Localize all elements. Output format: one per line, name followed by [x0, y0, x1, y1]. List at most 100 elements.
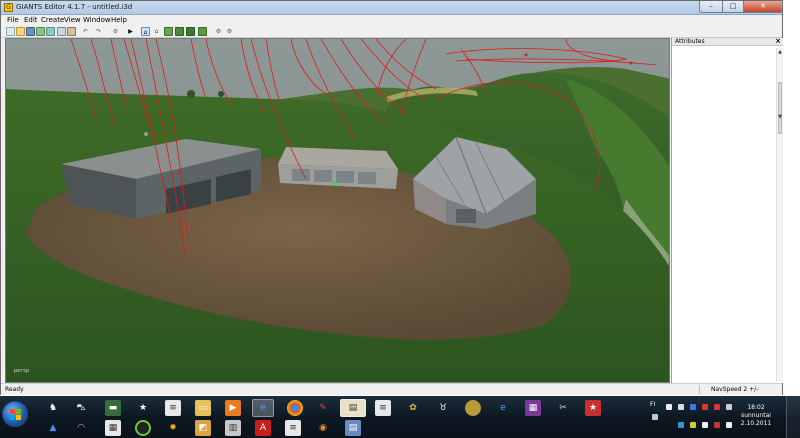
giants-app-icon: G [4, 3, 13, 12]
paint-terrain-icon[interactable] [175, 27, 184, 36]
xbox-icon[interactable] [135, 420, 151, 436]
attributes-close-button[interactable]: × [775, 37, 781, 45]
notepad-icon[interactable]: ≡ [375, 400, 391, 416]
internet-explorer-icon[interactable]: e [252, 399, 274, 417]
menu-create[interactable]: Create [41, 16, 64, 24]
toolbar: ↶ ↷ ⚙ ▶ ⌂ ⌂ ⚙ ⚙ [1, 25, 782, 38]
car-icon[interactable]: ⛍ [73, 400, 89, 416]
pdf-icon[interactable]: A [255, 420, 271, 436]
tray-battery-icon[interactable] [690, 422, 696, 428]
paste-icon[interactable] [67, 27, 76, 36]
select-tool-icon[interactable]: ⌂ [141, 27, 150, 36]
tray-speaker-icon[interactable] [702, 422, 708, 428]
tray-power-icon[interactable] [726, 422, 732, 428]
terrain-icon[interactable] [164, 27, 173, 36]
menu-edit[interactable]: Edit [24, 16, 38, 24]
tractor-icon[interactable]: ▬ [105, 400, 121, 416]
import-icon[interactable] [36, 27, 45, 36]
tray-flag-icon[interactable] [714, 422, 720, 428]
blender-icon[interactable]: ◉ [315, 420, 331, 436]
status-bar: Ready NavSpeed 2 +/- [1, 383, 782, 395]
status-text: Ready [5, 386, 24, 393]
chrome-icon[interactable] [287, 400, 303, 416]
tray-volume-icon[interactable] [726, 404, 732, 410]
palette-icon[interactable]: ✿ [405, 400, 421, 416]
tray-signal-icon[interactable] [678, 404, 684, 410]
menu-file[interactable]: File [7, 16, 19, 24]
scroll-up-icon[interactable]: ▲ [777, 49, 783, 55]
clock-date: 2.10.2011 [740, 420, 772, 427]
clock-day: sunnuntai [741, 412, 771, 419]
archive-icon[interactable]: ◩ [195, 420, 211, 436]
tray-bluetooth-icon[interactable] [690, 404, 696, 410]
settings-small-icon[interactable]: ⚙ [111, 27, 120, 36]
title-bar[interactable]: G GIANTS Editor 4.1.7 - untitled.i3d [1, 1, 782, 15]
menu-view[interactable]: View [64, 16, 81, 24]
copy-icon[interactable] [57, 27, 66, 36]
scroll-down-icon[interactable]: ▼ [777, 114, 783, 120]
attributes-panel: Attributes × ▲ ▼ [671, 37, 783, 383]
undo-icon[interactable]: ↶ [81, 27, 90, 36]
status-separator [699, 385, 700, 394]
tray-network-icon[interactable] [652, 414, 658, 420]
move-tool-icon[interactable]: ⌂ [152, 27, 161, 36]
paint-icon[interactable]: ✎ [315, 400, 331, 416]
folder-icon[interactable]: ▭ [195, 400, 211, 416]
export-icon[interactable] [46, 27, 55, 36]
close-button[interactable]: ✕ [743, 1, 783, 13]
headset-icon[interactable]: ◠ [73, 420, 89, 436]
scroll-thumb[interactable] [778, 82, 782, 134]
3d-viewport[interactable]: persp [5, 38, 670, 383]
language-indicator[interactable]: FI [650, 401, 655, 408]
tray-antivirus-icon[interactable] [714, 404, 720, 410]
attributes-scrollbar[interactable]: ▲ ▼ [776, 48, 783, 381]
taskbar: ♞ ⛍ ▬ ★ ≡ ▭ ▶ e ✎ ▤ ≡ ✿ ♉ e ▦ ✂ ★ ▲ ◠ ▦ … [0, 396, 800, 438]
redo-icon[interactable]: ↷ [94, 27, 103, 36]
robot-icon[interactable]: ♞ [45, 400, 61, 416]
internet-explorer-icon-2[interactable]: e [495, 400, 511, 416]
gear-icon[interactable]: ⚙ [225, 27, 234, 36]
start-button[interactable] [2, 401, 28, 427]
tray-up-arrow-icon[interactable] [666, 404, 672, 410]
foliage-icon[interactable] [186, 27, 195, 36]
star-icon[interactable]: ★ [135, 400, 151, 416]
menu-bar: File Edit Create View Window Help [1, 15, 782, 25]
minimize-button[interactable]: – [699, 1, 723, 13]
attributes-header: Attributes × [672, 37, 783, 46]
new-file-icon[interactable] [6, 27, 15, 36]
window-title: GIANTS Editor 4.1.7 - untitled.i3d [16, 3, 133, 11]
menu-window[interactable]: Window [83, 16, 111, 24]
photo-viewer-icon[interactable]: ▤ [340, 399, 366, 417]
clock-time: 18:02 [747, 404, 765, 411]
menu-help[interactable]: Help [111, 16, 127, 24]
fireworks-icon[interactable]: ✸ [165, 420, 181, 436]
nav-speed-text: NavSpeed 2 +/- [711, 386, 759, 393]
flag-icon[interactable]: ★ [585, 400, 601, 416]
editor-icon[interactable]: ▤ [345, 420, 361, 436]
settings-icon[interactable]: ⚙ [214, 27, 223, 36]
scene-render[interactable] [6, 39, 670, 383]
show-desktop-button[interactable] [786, 396, 800, 438]
save-icon[interactable] [26, 27, 35, 36]
tray-sync-icon[interactable] [678, 422, 684, 428]
tray-alert-icon[interactable] [702, 404, 708, 410]
calculator-icon[interactable]: ▦ [105, 420, 121, 436]
bull-icon[interactable]: ♉ [435, 400, 451, 416]
text-document-icon[interactable]: ≡ [285, 420, 301, 436]
editor-window: G GIANTS Editor 4.1.7 - untitled.i3d – □… [0, 0, 783, 395]
open-folder-icon[interactable] [16, 27, 25, 36]
alien-icon[interactable]: ▲ [45, 420, 61, 436]
clock[interactable]: 18:02 sunnuntai 2.10.2011 [735, 404, 777, 428]
play-icon[interactable]: ▶ [126, 27, 135, 36]
document-icon[interactable]: ≡ [165, 400, 181, 416]
windows-logo-icon [10, 409, 22, 421]
document-icon-2[interactable]: ▥ [225, 420, 241, 436]
grass-icon[interactable] [198, 27, 207, 36]
coin-icon[interactable] [465, 400, 481, 416]
media-player-icon[interactable]: ▶ [225, 400, 241, 416]
winrar-icon[interactable]: ▦ [525, 400, 541, 416]
tools-icon[interactable]: ✂ [555, 400, 571, 416]
maximize-button[interactable]: □ [722, 1, 744, 13]
attributes-title: Attributes [675, 38, 705, 45]
viewport-camera-label: persp [14, 368, 30, 374]
